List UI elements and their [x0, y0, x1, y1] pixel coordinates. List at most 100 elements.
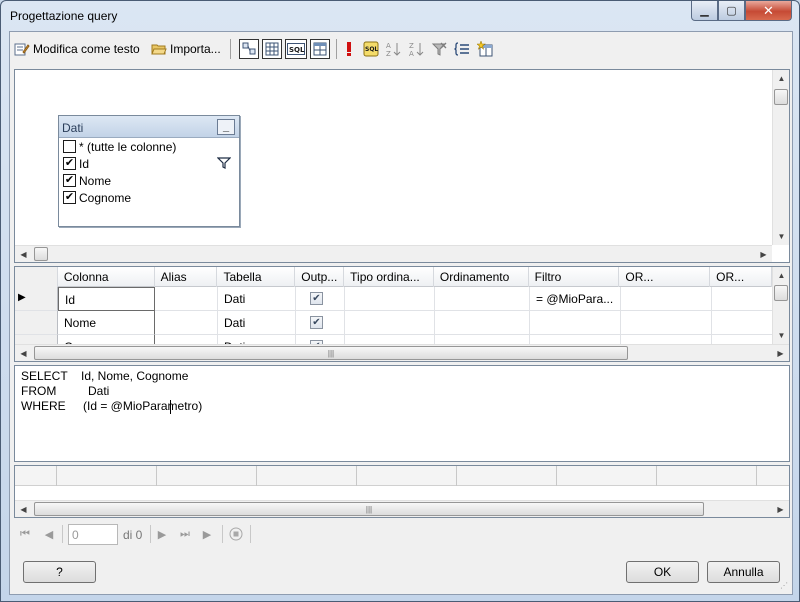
remove-filter-button[interactable] — [429, 39, 449, 59]
grid-cell-filter[interactable]: = @MioPara... — [530, 287, 621, 311]
sql-line-where[interactable]: WHERE (Id = @MioParametro) — [21, 399, 202, 413]
previous-record-icon[interactable]: ◀ — [42, 526, 56, 542]
sql-line-select[interactable]: SELECT Id, Nome, Cognome — [21, 369, 188, 383]
import-button[interactable]: Importa... — [151, 39, 221, 59]
grid-vertical-scrollbar[interactable]: ▲ ▼ — [772, 267, 789, 344]
sort-descending-button[interactable]: Z A — [406, 39, 426, 59]
grid-header-filter[interactable]: Filtro — [529, 267, 620, 287]
results-horizontal-scrollbar[interactable]: ◀ ||| ▶ — [15, 500, 789, 517]
grid-cell-sort-type[interactable] — [345, 287, 435, 311]
grid-header-sort-type[interactable]: Tipo ordina... — [344, 267, 434, 287]
grid-cell-sort-type[interactable] — [345, 311, 435, 335]
scroll-left-arrow[interactable]: ◀ — [15, 345, 32, 361]
grid-header-colonna[interactable]: Colonna — [58, 267, 155, 287]
grid-cell-output[interactable]: ✔ — [296, 311, 345, 335]
record-number-input[interactable] — [68, 524, 118, 545]
column-checkbox[interactable] — [63, 140, 76, 153]
grid-cell-sort-order[interactable] — [435, 311, 530, 335]
scroll-right-arrow[interactable]: ▶ — [772, 501, 789, 518]
title-bar[interactable]: Progettazione query ▁ ▢ ✕ — [1, 1, 799, 31]
output-checkbox[interactable]: ✔ — [310, 316, 323, 329]
results-column-header[interactable] — [657, 466, 757, 486]
table-box-header[interactable]: Dati _ — [59, 116, 239, 138]
grid-cell-output[interactable]: ✔ — [296, 287, 345, 311]
diagram-pane[interactable]: Dati _ * (tutte le colonne) ✔ Id ✔ Nome — [14, 69, 790, 263]
current-row-indicator[interactable]: ▶ — [15, 287, 58, 311]
results-column-header[interactable] — [157, 466, 257, 486]
resize-grip-icon[interactable]: ⋰ — [780, 582, 790, 592]
grid-cell-table[interactable]: Dati — [218, 287, 296, 311]
ok-button[interactable]: OK — [626, 561, 699, 583]
run-query-button[interactable] — [339, 39, 359, 59]
diagram-horizontal-scrollbar[interactable]: ◀ ▶ — [15, 245, 772, 262]
grid-cell-alias[interactable] — [155, 287, 218, 311]
scroll-up-arrow[interactable]: ▲ — [773, 70, 790, 87]
results-column-header[interactable] — [357, 466, 457, 486]
sql-pane[interactable]: SELECT Id, Nome, Cognome FROM Dati WHERE (I… — [14, 365, 790, 462]
results-pane-toggle[interactable] — [310, 39, 330, 59]
results-pane[interactable]: ◀ ||| ▶ — [14, 465, 790, 518]
new-record-icon[interactable]: ▶ — [200, 526, 214, 542]
table-row[interactable]: Nome Dati ✔ — [15, 311, 774, 335]
diagram-vertical-scrollbar[interactable]: ▲ ▼ — [772, 70, 789, 245]
grid-header-alias[interactable]: Alias — [155, 267, 218, 287]
scroll-left-arrow[interactable]: ◀ — [15, 246, 32, 263]
grid-header-or-2[interactable]: OR... — [710, 267, 772, 287]
cancel-button[interactable]: Annulla — [707, 561, 780, 583]
grid-cell-column[interactable]: Nome — [58, 311, 155, 335]
grid-cell-or-2[interactable] — [712, 287, 774, 311]
column-checkbox[interactable]: ✔ — [63, 174, 76, 187]
grid-cell-table[interactable]: Dati — [218, 311, 296, 335]
column-row-id[interactable]: ✔ Id — [59, 155, 239, 172]
grid-horizontal-scrollbar[interactable]: ◀ ||| ▶ — [15, 344, 789, 361]
help-button[interactable]: ? — [23, 561, 96, 583]
grid-header-tabella[interactable]: Tabella — [217, 267, 296, 287]
grid-pane-toggle[interactable] — [262, 39, 282, 59]
column-checkbox[interactable]: ✔ — [63, 157, 76, 170]
results-column-header[interactable] — [57, 466, 157, 486]
grid-cell-or-1[interactable] — [621, 311, 712, 335]
scroll-thumb[interactable] — [774, 89, 788, 105]
add-table-button[interactable] — [475, 39, 495, 59]
grid-cell-sort-order[interactable] — [435, 287, 530, 311]
table-row[interactable]: ▶ Id Dati ✔ = @MioPara... — [15, 287, 774, 311]
criteria-grid-pane[interactable]: Colonna Alias Tabella Outp... Tipo ordin… — [14, 266, 790, 362]
scroll-down-arrow[interactable]: ▼ — [773, 327, 789, 344]
diagram-pane-toggle[interactable] — [239, 39, 259, 59]
scroll-thumb[interactable]: ||| — [34, 346, 628, 360]
scroll-thumb[interactable]: ||| — [34, 502, 704, 516]
verify-sql-button[interactable]: SQL — [361, 39, 381, 59]
row-header[interactable] — [15, 311, 58, 335]
column-checkbox[interactable]: ✔ — [63, 191, 76, 204]
grid-cell-or-2[interactable] — [712, 311, 774, 335]
sql-pane-toggle[interactable]: SQL — [285, 39, 307, 59]
group-by-button[interactable] — [452, 39, 472, 59]
minimize-button[interactable]: ▁ — [691, 1, 718, 21]
scroll-right-arrow[interactable]: ▶ — [755, 246, 772, 263]
edit-as-text-button[interactable]: Modifica come testo — [14, 39, 140, 59]
grid-cell-filter[interactable] — [530, 311, 621, 335]
column-row-nome[interactable]: ✔ Nome — [59, 172, 239, 189]
grid-cell-column[interactable]: Id — [58, 287, 155, 311]
scroll-thumb[interactable] — [34, 247, 48, 261]
grid-header-sort-order[interactable]: Ordinamento — [434, 267, 529, 287]
results-column-header[interactable] — [457, 466, 557, 486]
grid-header-output[interactable]: Outp... — [295, 267, 345, 287]
scroll-thumb[interactable] — [774, 285, 788, 301]
grid-header-or-1[interactable]: OR... — [619, 267, 711, 287]
table-box-dati[interactable]: Dati _ * (tutte le colonne) ✔ Id ✔ Nome — [58, 115, 240, 227]
next-record-icon[interactable]: ▶ — [155, 526, 169, 542]
scroll-left-arrow[interactable]: ◀ — [15, 501, 32, 518]
sql-line-from[interactable]: FROM Dati — [21, 384, 109, 398]
results-column-header[interactable] — [257, 466, 357, 486]
first-record-icon[interactable]: ⏮ — [18, 526, 32, 542]
column-row-cognome[interactable]: ✔ Cognome — [59, 189, 239, 206]
column-row-all[interactable]: * (tutte le colonne) — [59, 138, 239, 155]
maximize-button[interactable]: ▢ — [718, 1, 745, 21]
scroll-up-arrow[interactable]: ▲ — [773, 267, 789, 284]
scroll-down-arrow[interactable]: ▼ — [773, 228, 790, 245]
results-column-header[interactable] — [557, 466, 657, 486]
last-record-icon[interactable]: ⏭ — [178, 526, 192, 542]
close-button[interactable]: ✕ — [745, 1, 792, 21]
stop-icon[interactable] — [228, 526, 244, 542]
